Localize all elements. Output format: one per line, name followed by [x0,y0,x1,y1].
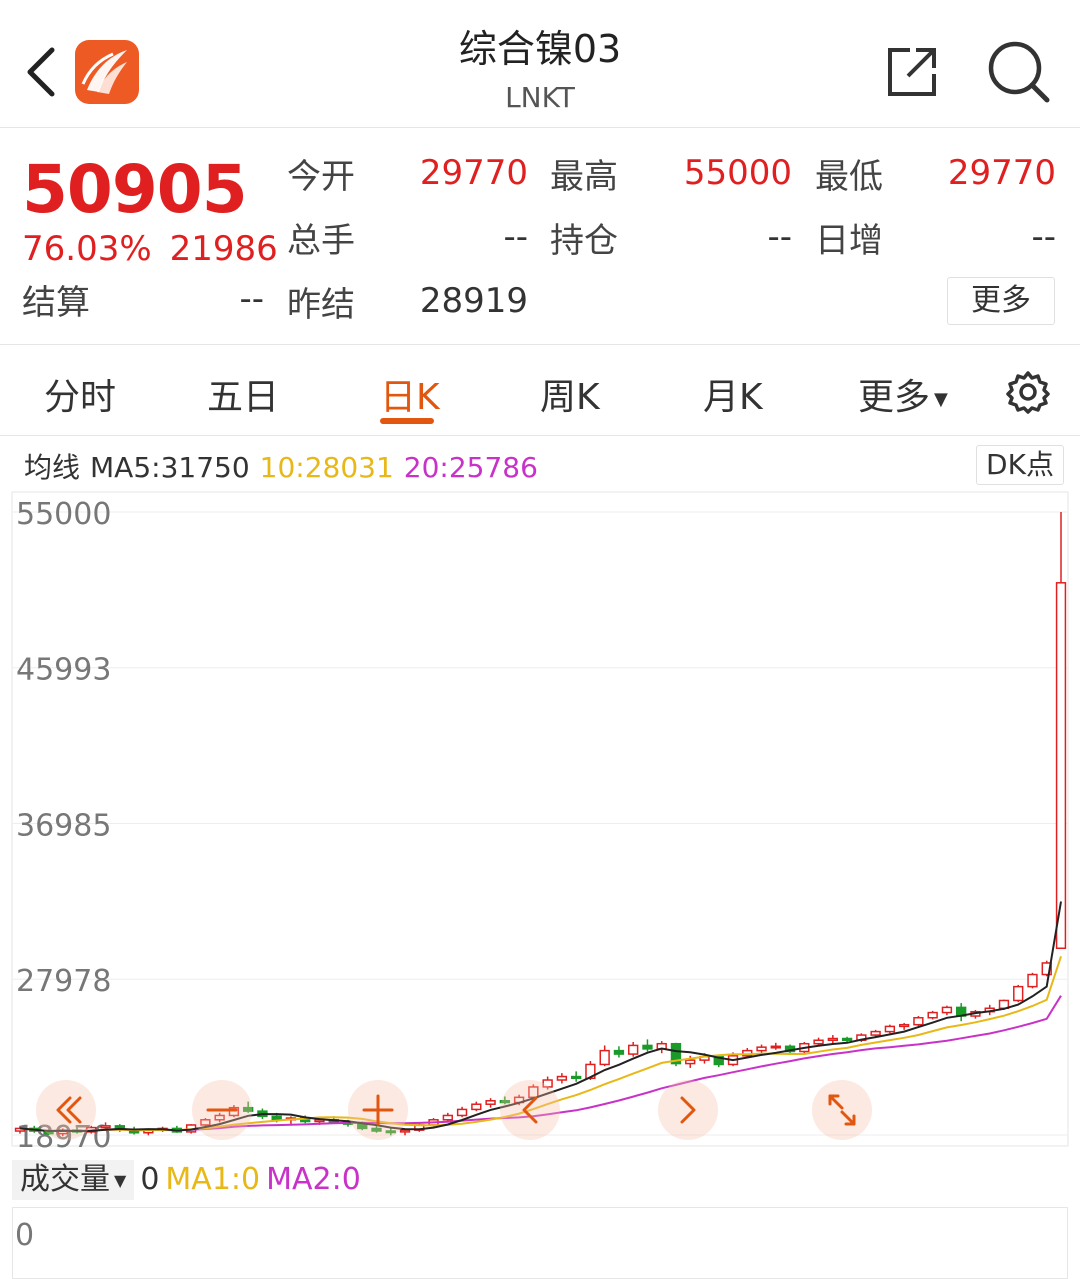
settle-value: -- [239,279,264,319]
open-label: 今开 [287,157,355,197]
candle-body [1055,582,1067,950]
candle-body [271,1115,282,1121]
active-tab-indicator [380,418,434,424]
candle-body [1027,973,1038,988]
chart-frame [11,491,1069,1147]
candle-body [399,1129,411,1133]
low-value: 29770 [947,153,1056,193]
y-axis-label: 45993 [16,653,111,688]
tab-more-label: 更多 [858,377,931,418]
open-interest-label: 持仓 [550,221,618,261]
tab-monthly-k[interactable]: 月K [703,368,763,420]
open-value: 29770 [419,153,528,193]
volume-ma2: MA2:0 [266,1162,361,1197]
tab-timeshare[interactable]: 分时 [44,368,116,420]
page-subtitle: LNKT [505,81,575,114]
gear-icon [1006,371,1050,414]
candle-body [884,1025,896,1033]
candle-body [827,1037,839,1041]
candle-body [485,1100,496,1105]
top-nav-bar: 综合镍03 LNKT [0,0,1080,128]
candle-body [941,1006,953,1014]
prev-settle-label: 昨结 [287,285,355,325]
tab-weekly-k[interactable]: 周K [540,368,600,420]
volume-selector-label: 成交量 [20,1162,110,1197]
candle-body [570,1075,582,1080]
app-logo-icon[interactable] [75,40,139,104]
y-axis-label: 27978 [16,964,111,999]
candle-body [756,1046,767,1052]
volume-axis-zero: 0 [15,1218,35,1253]
candle-body [442,1114,453,1121]
open-interest-value: -- [767,217,792,257]
candle-body [642,1044,653,1050]
tab-five-day[interactable]: 五日 [207,368,279,420]
caret-down-icon: ▼ [934,388,948,410]
candle-body [471,1103,482,1111]
volume-selector[interactable]: 成交量 ▼ [12,1160,135,1200]
chevron-left-icon [27,47,55,97]
change-row: 76.03% 21986 [22,229,278,269]
high-label: 最高 [550,157,618,197]
settle-label: 结算 [22,283,90,323]
fullscreen-button [812,1080,872,1140]
share-button[interactable] [882,42,942,102]
share-icon [888,48,936,96]
candle-body [1013,985,1024,1002]
period-tabs: 分时 五日 日K 周K 月K 更多 ▼ [0,346,1080,436]
kline-svg: 5500045993369852797818970 [11,491,1069,1152]
volume-value: -- [503,217,528,257]
tab-daily-k[interactable]: 日K [380,368,440,420]
daily-change-label: 日增 [815,221,883,261]
last-price: 50905 [22,151,248,228]
caret-down-icon: ▼ [114,1170,127,1190]
y-axis-label: 55000 [16,497,111,532]
ma10-value: 10:28031 [259,451,394,484]
ma-legend: 均线 MA5:31750 10:28031 20:25786 [24,446,548,486]
volume-chart[interactable]: 0 [12,1207,1068,1279]
prev-button [500,1080,560,1140]
title-block: 综合镍03 LNKT [340,24,740,118]
volume-label: 总手 [287,221,355,261]
candle-body [599,1049,610,1066]
candle-body [898,1023,910,1028]
prev-settle-value: 28919 [419,281,528,321]
candle-body [556,1075,568,1081]
back-button[interactable] [20,40,64,104]
scroll-left-button [36,1080,96,1140]
candle-body [685,1059,696,1065]
ma5-value: MA5:31750 [90,451,250,484]
candle-body [628,1044,639,1055]
high-value: 55000 [683,153,792,193]
daily-change-value: -- [1031,217,1056,257]
kline-chart[interactable]: 55000 45993 36985 27978 18970 [0,490,1080,1152]
volume-legend: 成交量 ▼ 0 MA1:0 MA2:0 [12,1160,361,1200]
candle-body [100,1125,111,1129]
search-button[interactable] [985,38,1053,106]
candle-body [870,1030,881,1036]
candle-body [927,1011,938,1019]
page-title: 综合镍03 [458,27,622,71]
next-button [658,1080,718,1140]
ma20-value: 20:25786 [403,451,538,484]
candle-body [456,1108,468,1117]
candle-body [913,1017,924,1026]
more-quote-button[interactable]: 更多 [947,277,1055,325]
dk-point-button[interactable]: DK点 [976,445,1064,485]
chart-settings-button[interactable] [1006,370,1050,414]
volume-value: 0 [140,1162,160,1197]
volume-ma1: MA1:0 [165,1162,261,1197]
candle-body [770,1045,781,1049]
low-label: 最低 [815,157,883,197]
quote-panel: 50905 76.03% 21986 结算 -- 今开 29770 最高 5500… [0,129,1080,345]
candle-body [841,1037,853,1041]
search-icon [988,41,1050,103]
candle-body [813,1039,824,1045]
y-axis-label: 36985 [16,809,111,844]
candle-body [613,1049,625,1055]
change-amount: 21986 [169,229,278,269]
change-percent: 76.03% [22,229,152,269]
ma-legend-label: 均线 [24,451,81,484]
tab-more[interactable]: 更多 ▼ [858,368,948,420]
